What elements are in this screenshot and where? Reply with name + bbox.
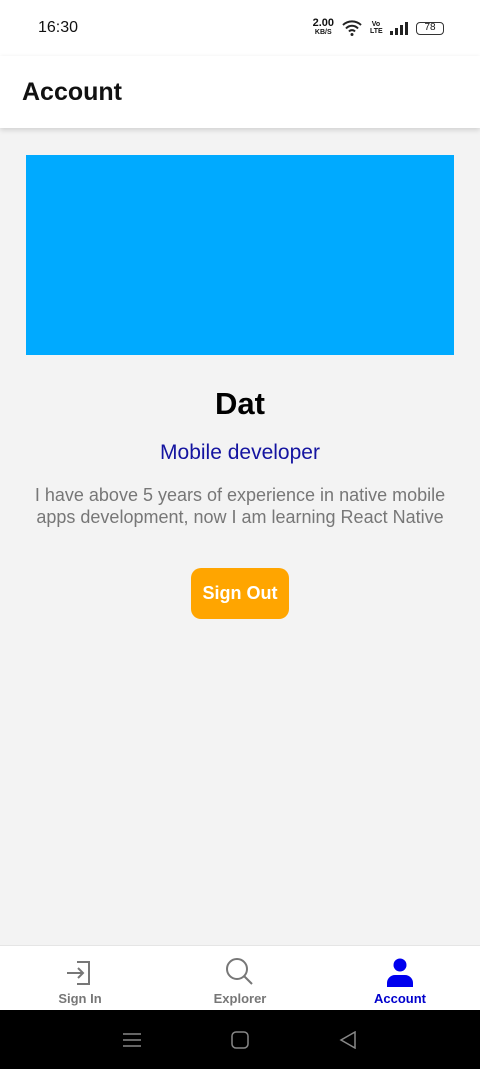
tab-label: Account bbox=[374, 991, 426, 1006]
wifi-icon bbox=[342, 20, 362, 36]
profile-name: Dat bbox=[215, 386, 265, 421]
profile-bio: I have above 5 years of experience in na… bbox=[34, 485, 446, 527]
bottom-tab-bar: Sign In Explorer Account bbox=[0, 945, 480, 1010]
tab-account[interactable]: Account bbox=[320, 946, 480, 1010]
tab-label: Sign In bbox=[58, 991, 102, 1006]
sign-in-icon bbox=[67, 961, 90, 985]
speed-unit: KB/S bbox=[314, 29, 332, 36]
menu-icon[interactable] bbox=[123, 1032, 141, 1048]
sign-out-button[interactable]: Sign Out bbox=[191, 568, 289, 619]
header: Account bbox=[0, 56, 480, 128]
page-title: Account bbox=[22, 77, 122, 106]
status-bar: 16:30 2.00 KB/S Vo LTE 78 bbox=[0, 0, 480, 56]
profile-banner bbox=[26, 155, 454, 355]
network-speed: 2.00 KB/S bbox=[313, 18, 334, 37]
person-icon bbox=[387, 958, 413, 987]
status-time: 16:30 bbox=[38, 19, 79, 36]
battery-icon: 78 bbox=[416, 21, 444, 35]
tab-sign-in[interactable]: Sign In bbox=[0, 946, 160, 1010]
signal-icon bbox=[390, 21, 408, 35]
home-icon[interactable] bbox=[231, 1030, 249, 1049]
system-nav-bar bbox=[0, 1010, 480, 1069]
back-icon[interactable] bbox=[339, 1030, 357, 1049]
volte-icon: Vo LTE bbox=[370, 21, 383, 35]
tab-label: Explorer bbox=[213, 991, 267, 1006]
profile-role: Mobile developer bbox=[160, 441, 320, 464]
search-icon bbox=[226, 958, 253, 985]
tab-explorer[interactable]: Explorer bbox=[160, 946, 320, 1010]
